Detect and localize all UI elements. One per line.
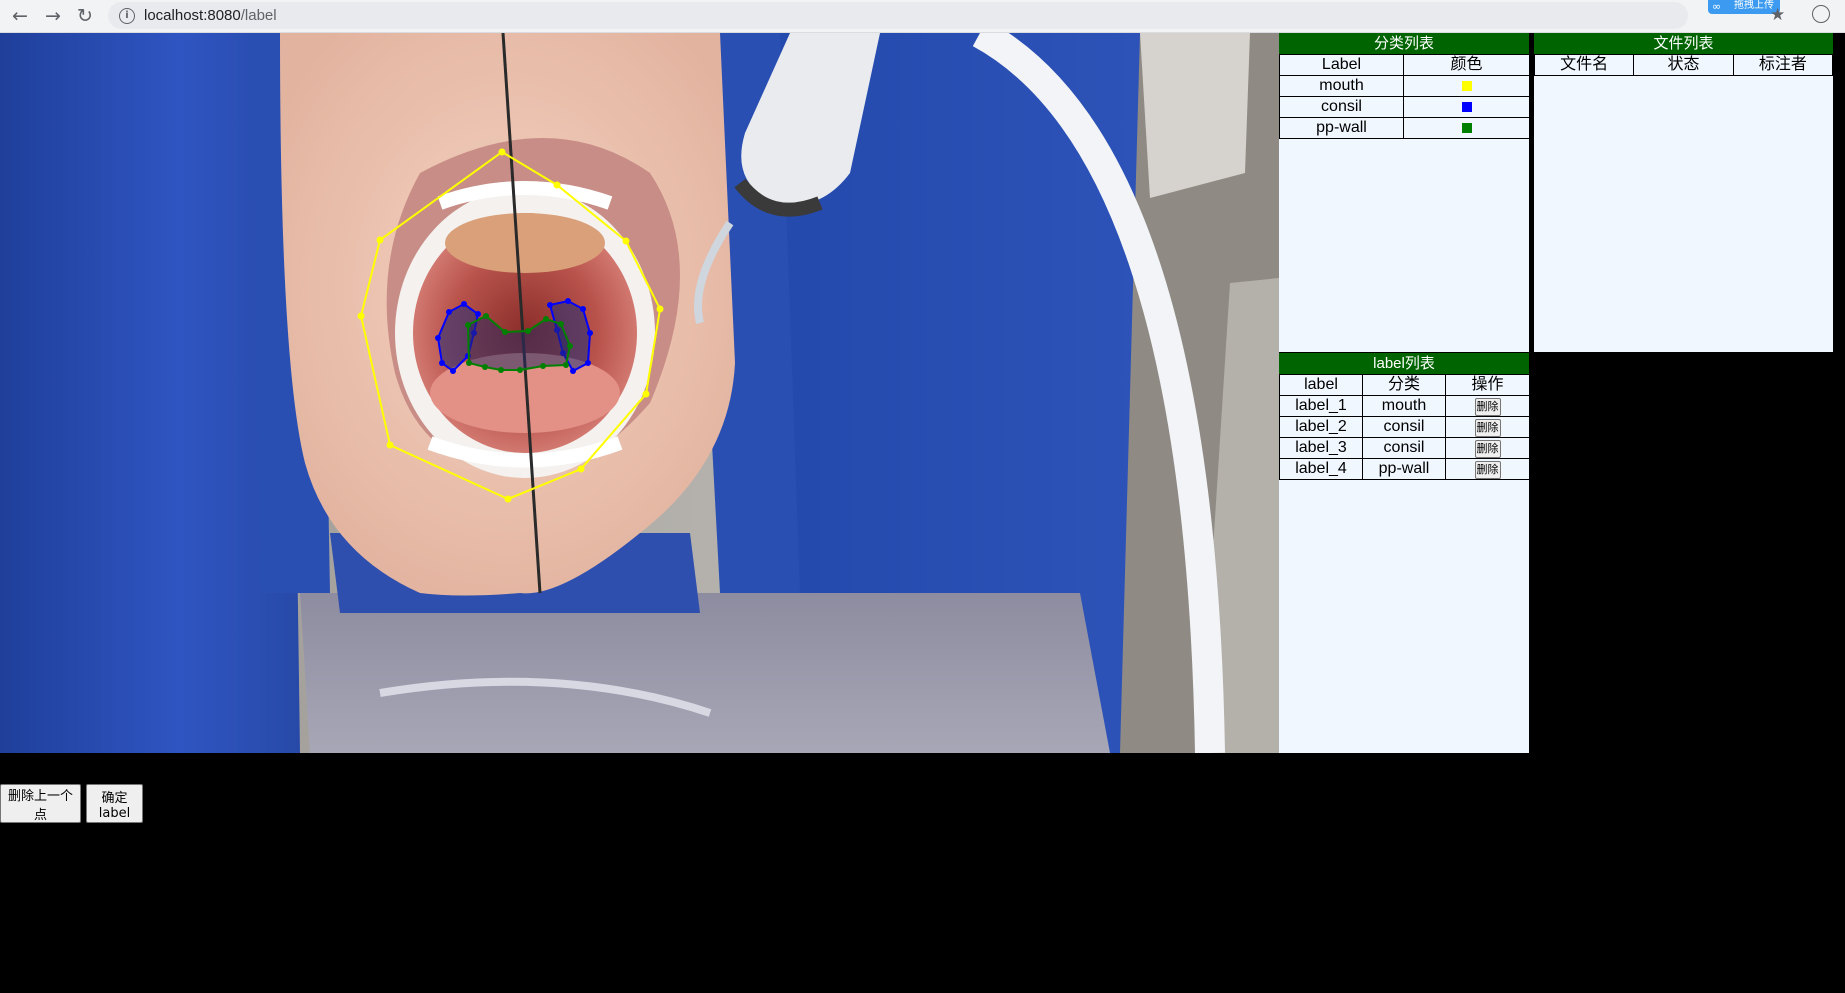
label-name: label_1 xyxy=(1279,395,1363,417)
label-row[interactable]: label_4 pp-wall 删除 xyxy=(1279,458,1530,480)
category-list-panel: 分类列表 Label 颜色 mouth consil pp-wall xyxy=(1279,33,1530,352)
category-row[interactable]: consil xyxy=(1279,96,1530,118)
label-action-cell: 删除 xyxy=(1445,437,1530,459)
label-action-cell: 删除 xyxy=(1445,458,1530,480)
confirm-label-button[interactable]: 确定label xyxy=(86,784,143,823)
category-panel-title: 分类列表 xyxy=(1279,33,1529,54)
extension-logo-icon: ∞ xyxy=(1712,0,1722,13)
labeled-image[interactable] xyxy=(0,33,1279,753)
label-header-category: 分类 xyxy=(1362,374,1446,396)
annotation-canvas[interactable] xyxy=(0,33,1279,753)
profile-icon[interactable] xyxy=(1812,5,1830,23)
label-category: mouth xyxy=(1362,395,1446,417)
category-header-label: Label xyxy=(1279,54,1404,76)
label-name: label_3 xyxy=(1279,437,1363,459)
file-header-annotator: 标注者 xyxy=(1732,54,1834,76)
color-swatch xyxy=(1461,101,1472,112)
delete-label-button[interactable]: 删除 xyxy=(1474,461,1501,479)
label-action-cell: 删除 xyxy=(1445,416,1530,438)
delete-label-button[interactable]: 删除 xyxy=(1474,398,1501,416)
label-action-cell: 删除 xyxy=(1445,395,1530,417)
label-list-panel: label列表 label 分类 操作 label_1 mouth 删除 lab… xyxy=(1279,353,1530,753)
category-color-cell xyxy=(1403,117,1530,139)
label-row[interactable]: label_3 consil 删除 xyxy=(1279,437,1530,459)
file-header-name: 文件名 xyxy=(1533,54,1635,76)
extension-label: 拖拽上传 xyxy=(1734,0,1774,11)
bookmark-star-icon[interactable]: ★ xyxy=(1770,5,1785,25)
file-table: 文件名 状态 标注者 xyxy=(1533,54,1834,76)
category-name: mouth xyxy=(1279,75,1404,97)
delete-last-point-button[interactable]: 删除上一个点 xyxy=(0,784,81,823)
file-list-panel: 文件列表 文件名 状态 标注者 xyxy=(1533,33,1834,352)
label-panel-title: label列表 xyxy=(1279,353,1529,374)
url-text: localhost:8080/label xyxy=(144,7,277,24)
category-row[interactable]: pp-wall xyxy=(1279,117,1530,139)
browser-toolbar: ← → ↻ i localhost:8080/label ∞ 拖拽上传 ★ xyxy=(0,0,1845,33)
reload-icon[interactable]: ↻ xyxy=(72,3,98,29)
color-swatch xyxy=(1461,80,1472,91)
label-header-name: label xyxy=(1279,374,1363,396)
category-name: consil xyxy=(1279,96,1404,118)
delete-label-button[interactable]: 删除 xyxy=(1474,440,1501,458)
label-name: label_2 xyxy=(1279,416,1363,438)
label-row[interactable]: label_2 consil 删除 xyxy=(1279,416,1530,438)
file-header-status: 状态 xyxy=(1633,54,1734,76)
color-swatch xyxy=(1461,122,1472,133)
file-panel-title: 文件列表 xyxy=(1534,33,1833,54)
address-bar[interactable]: i localhost:8080/label xyxy=(108,2,1688,29)
label-name: label_4 xyxy=(1279,458,1363,480)
url-host: localhost:8080 xyxy=(144,7,241,24)
label-category: pp-wall xyxy=(1362,458,1446,480)
label-category: consil xyxy=(1362,437,1446,459)
category-color-cell xyxy=(1403,75,1530,97)
category-table: Label 颜色 mouth consil pp-wall xyxy=(1279,54,1530,139)
back-arrow-icon[interactable]: ← xyxy=(7,3,33,29)
forward-arrow-icon[interactable]: → xyxy=(40,3,66,29)
category-row[interactable]: mouth xyxy=(1279,75,1530,97)
url-path: /label xyxy=(240,7,277,24)
category-header-color: 颜色 xyxy=(1403,54,1530,76)
label-row[interactable]: label_1 mouth 删除 xyxy=(1279,395,1530,417)
category-name: pp-wall xyxy=(1279,117,1404,139)
delete-label-button[interactable]: 删除 xyxy=(1474,419,1501,437)
label-header-action: 操作 xyxy=(1445,374,1530,396)
label-category: consil xyxy=(1362,416,1446,438)
label-table: label 分类 操作 label_1 mouth 删除 label_2 con… xyxy=(1279,374,1530,480)
info-icon[interactable]: i xyxy=(119,7,135,24)
category-color-cell xyxy=(1403,96,1530,118)
